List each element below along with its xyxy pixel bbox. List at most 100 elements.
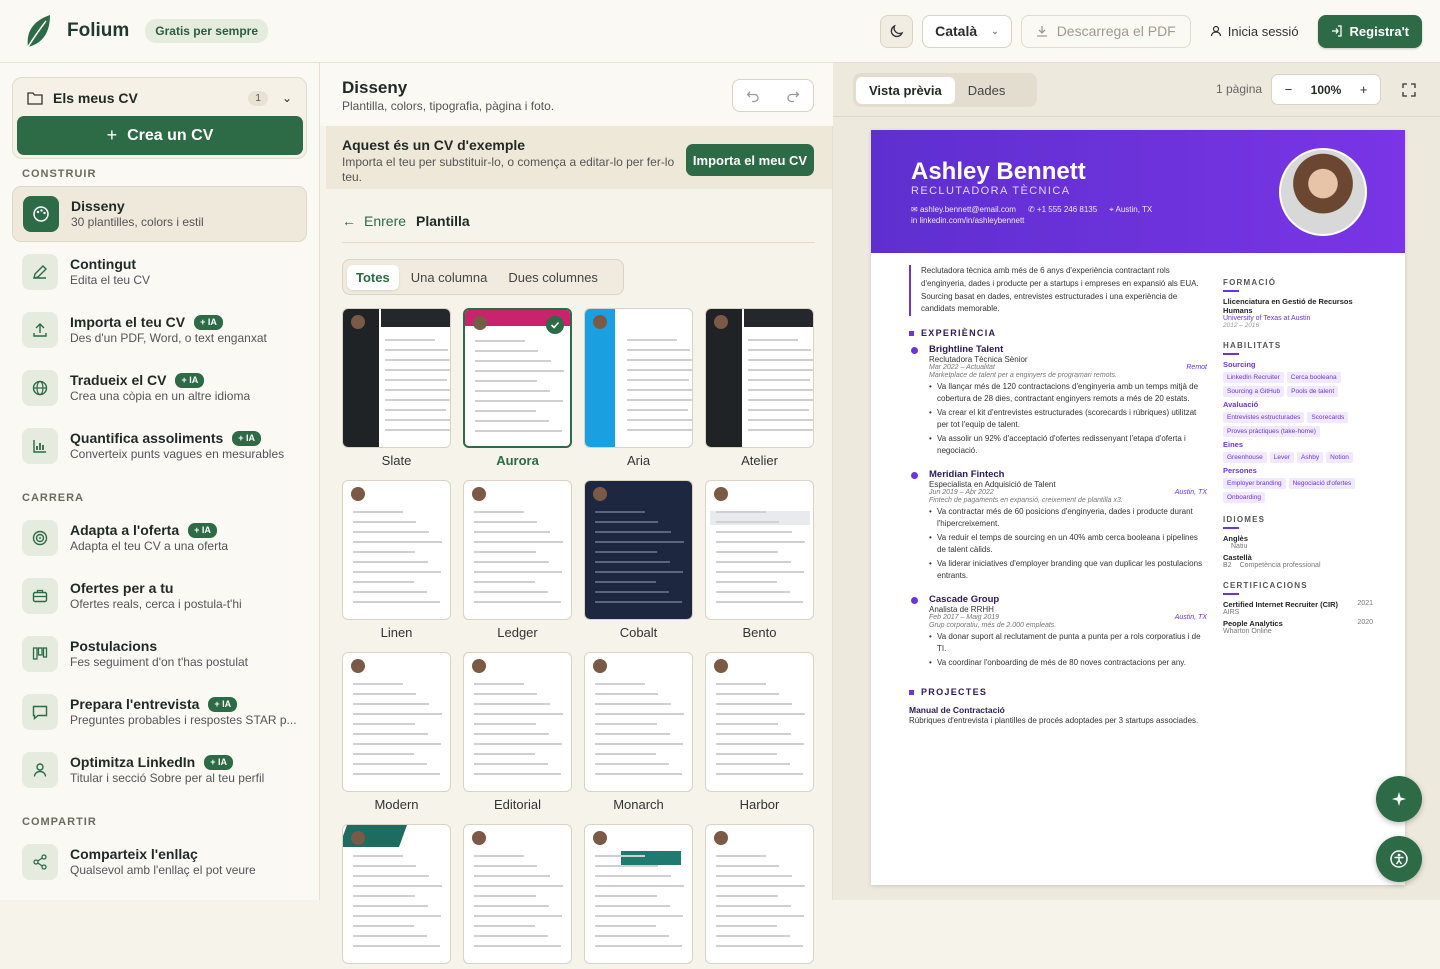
- template-card[interactable]: Linen: [342, 480, 451, 640]
- template-card[interactable]: Atelier: [705, 308, 814, 468]
- cv-job-dates: Jun 2019 – Abr 2022: [929, 489, 994, 497]
- sidebar-item-label: Optimitza LinkedIn: [70, 754, 196, 771]
- cv-cert-org: Wharton Online: [1223, 628, 1272, 635]
- sidebar-item-sub: Des d'un PDF, Word, o text enganxat: [70, 331, 267, 346]
- sidebar-item-label: Ofertes per a tu: [70, 580, 174, 597]
- cv-skill-group: Eines Greenhouse Lever Ashby Notion: [1223, 440, 1373, 463]
- template-card[interactable]: [342, 824, 451, 969]
- sample-cv-banner: Aquest és un CV d'exemple Importa el teu…: [326, 126, 832, 189]
- import-my-cv-button[interactable]: Importa el meu CV: [686, 144, 814, 176]
- download-pdf-button[interactable]: Descarrega el PDF: [1020, 14, 1191, 48]
- accessibility-button[interactable]: [1376, 836, 1422, 882]
- sidebar-item-label: Adapta a l'oferta: [70, 522, 180, 539]
- cv-cert-org: AIRS: [1223, 609, 1240, 616]
- undo-button[interactable]: [733, 80, 773, 111]
- cv-side-column: FORMACIÓ Llicenciatura en Gestió de Recu…: [1223, 278, 1373, 635]
- template-card[interactable]: Harbor: [705, 652, 814, 812]
- my-cvs-title: Els meus CV: [53, 90, 138, 106]
- template-thumbnail: [342, 824, 451, 964]
- sidebar-item-jobs[interactable]: Ofertes per a tu Ofertes reals, cerca i p…: [12, 568, 307, 624]
- cv-cert-name: People Analytics: [1223, 619, 1283, 628]
- sidebar-item-quantify[interactable]: Quantifica assoliments + IA Converteix pun…: [12, 418, 307, 474]
- template-card[interactable]: Slate: [342, 308, 451, 468]
- ai-badge: + IA: [188, 523, 217, 539]
- create-cv-button[interactable]: + Crea un CV: [17, 116, 303, 155]
- redo-button[interactable]: [773, 80, 813, 111]
- tab-data[interactable]: Dades: [955, 77, 1019, 104]
- template-card[interactable]: [584, 824, 693, 969]
- template-card[interactable]: Monarch: [584, 652, 693, 812]
- ai-badge: + IA: [175, 373, 205, 389]
- mail-icon: ✉: [911, 205, 920, 214]
- template-card[interactable]: Editorial: [463, 652, 572, 812]
- template-card[interactable]: Ledger: [463, 480, 572, 640]
- template-name: Slate: [381, 453, 412, 468]
- breadcrumb: ← Enrere Plantilla: [342, 213, 470, 229]
- template-thumbnail: [342, 308, 451, 448]
- template-card[interactable]: Cobalt: [584, 480, 693, 640]
- sidebar-item-share[interactable]: Comparteix l'enllaç Qualsevol amb l'enlla…: [12, 834, 307, 890]
- template-name: Harbor: [739, 797, 780, 812]
- zoom-in-button[interactable]: +: [1347, 82, 1380, 97]
- register-label: Registra't: [1349, 23, 1409, 39]
- chevron-down-icon[interactable]: ⌄: [282, 91, 292, 105]
- cv-job-desc: Marketplace de talent per a enginyers de…: [929, 372, 1117, 380]
- language-select[interactable]: Català ⌄: [922, 14, 1012, 48]
- cv-job: Brightline Talent Reclutadora Tècnica Sèn…: [909, 344, 1207, 457]
- my-cvs-header[interactable]: Els meus CV 1 ⌄: [13, 78, 306, 118]
- template-card[interactable]: [463, 824, 572, 969]
- register-button[interactable]: Registra't: [1317, 14, 1422, 48]
- brand-name[interactable]: Folium: [67, 20, 129, 42]
- cv-job-bullet: Va contractar més de 60 posicions d'engi…: [929, 506, 1207, 530]
- cv-skill-chip: Cerca booleana: [1286, 372, 1341, 383]
- filter-tab-one-column[interactable]: Una columna: [402, 265, 497, 290]
- cv-job-place: Remot: [1186, 364, 1207, 372]
- sidebar-item-import[interactable]: Importa el teu CV + IA Des d'un PDF, Word,…: [12, 302, 307, 358]
- tab-preview[interactable]: Vista prèvia: [856, 76, 955, 104]
- cv-skills: Sourcing LinkedIn Recruiter Cerca booleana…: [1223, 360, 1373, 503]
- template-card[interactable]: Aurora: [463, 308, 572, 468]
- cv-skill-chip: Onboarding: [1223, 492, 1265, 503]
- share-icon: [22, 844, 58, 880]
- sidebar-item-translate[interactable]: Tradueix el CV + IA Crea una còpia en un a…: [12, 360, 307, 416]
- template-card[interactable]: [705, 824, 814, 969]
- sidebar-item-applications[interactable]: Postulacions Fes seguiment d'on t'has pos…: [12, 626, 307, 682]
- template-card[interactable]: Aria: [584, 308, 693, 468]
- sidebar-item-sub: Crea una còpia en un altre idioma: [70, 389, 251, 404]
- fullscreen-button[interactable]: [1393, 74, 1424, 105]
- arrow-left-icon[interactable]: ←: [342, 213, 356, 229]
- login-button[interactable]: Inicia sessió: [1200, 15, 1309, 48]
- cv-count-badge: 1: [248, 90, 268, 106]
- template-card[interactable]: Modern: [342, 652, 451, 812]
- template-thumbnail: [463, 480, 572, 620]
- zoom-control: − 100% +: [1271, 74, 1381, 105]
- filter-tab-two-columns[interactable]: Dues columnes: [499, 265, 607, 290]
- sidebar-item-design[interactable]: Disseny 30 plantilles, colors i estil: [12, 186, 307, 242]
- folder-icon: [27, 92, 43, 105]
- cv-language: Anglès Natiu: [1223, 534, 1373, 550]
- moon-icon: [890, 24, 903, 38]
- sidebar-item-interview[interactable]: Prepara l'entrevista + IA Preguntes probab…: [12, 684, 307, 740]
- globe-icon: [22, 370, 58, 406]
- sidebar-item-content[interactable]: Contingut Edita el teu CV: [12, 244, 307, 300]
- cv-skill-chip: Lever: [1269, 452, 1295, 463]
- sidebar-item-sub: Ofertes reals, cerca i postula-t'hi: [70, 597, 242, 612]
- ai-badge: + IA: [194, 315, 223, 331]
- sample-cv-title: Aquest és un CV d'exemple: [342, 137, 526, 153]
- cv-language: Castellà B2 Competència professional: [1223, 553, 1373, 569]
- cv-degree: Llicenciatura en Gestió de Recursos Huma…: [1223, 297, 1353, 315]
- redo-icon: [787, 91, 800, 102]
- sidebar-item-linkedin[interactable]: Optimitza LinkedIn + IA Titular i secció S…: [12, 742, 307, 798]
- zoom-out-button[interactable]: −: [1272, 82, 1305, 97]
- phone-icon: ✆: [1027, 205, 1037, 214]
- template-card[interactable]: Bento: [705, 480, 814, 640]
- cv-languages: Anglès Natiu Castellà B2 Competència profess…: [1223, 534, 1373, 569]
- template-name: Editorial: [494, 797, 541, 812]
- cv-job-place: Austin, TX: [1174, 614, 1207, 622]
- filter-tab-all[interactable]: Totes: [347, 264, 399, 290]
- back-link[interactable]: Enrere: [364, 213, 406, 229]
- sidebar-item-tailor[interactable]: Adapta a l'oferta + IA Adapta el teu CV a …: [12, 510, 307, 566]
- template-name: Atelier: [741, 453, 778, 468]
- ai-assistant-button[interactable]: [1376, 776, 1422, 822]
- theme-toggle-button[interactable]: [880, 14, 914, 48]
